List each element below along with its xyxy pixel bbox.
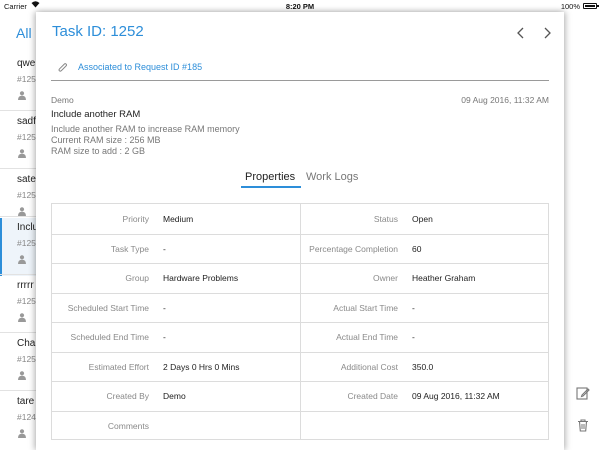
property-value: - — [163, 332, 166, 342]
property-label: Priority — [122, 214, 149, 224]
list-item-id: #125 — [17, 190, 36, 200]
action-rail — [560, 12, 600, 450]
battery-icon — [583, 3, 599, 9]
user-icon — [18, 425, 26, 438]
property-label: Estimated Effort — [88, 361, 149, 372]
user-icon — [18, 367, 26, 380]
property-value: - — [163, 302, 166, 313]
task-author: Demo — [51, 95, 74, 105]
chevron-right-icon[interactable] — [540, 25, 554, 41]
property-value: Heather Graham — [412, 273, 476, 283]
list-item[interactable]: tare #124 — [0, 392, 40, 450]
property-value: 60 — [412, 243, 422, 254]
description-line: Current RAM size : 256 MB — [51, 135, 161, 145]
task-date: 09 Aug 2016, 11:32 AM — [461, 95, 549, 105]
property-label: Created By — [106, 391, 149, 401]
list-item[interactable]: Cha #125 — [0, 334, 40, 392]
property-value: - — [163, 243, 166, 254]
properties-table: Priority Medium Status Open Task Type - Percen… — [51, 203, 549, 440]
list-item-id: #125 — [17, 74, 36, 84]
description-line: RAM size to add : 2 GB — [51, 146, 146, 156]
associated-request-link[interactable]: Associated to Request ID #185 — [78, 62, 202, 72]
list-item-title: sate — [17, 174, 36, 185]
request-title: Include another RAM — [51, 109, 141, 120]
list-header-all[interactable]: All — [16, 25, 32, 41]
property-label: Status — [373, 214, 398, 224]
battery-percentage: 100% — [560, 2, 580, 11]
page-title: Task ID: 1252 — [52, 23, 144, 40]
list-item[interactable]: Inclu #125 — [0, 218, 40, 276]
property-label: Percentage Completion — [309, 243, 398, 254]
user-icon — [18, 145, 26, 158]
description-line: Include another RAM to increase RAM memo… — [51, 124, 240, 134]
list-item-id: #124 — [17, 412, 36, 422]
property-label: Comments — [107, 420, 149, 431]
list-item-title: rrrrr — [17, 280, 34, 291]
task-detail-panel: Task ID: 1252 Associated to Request ID #… — [36, 12, 564, 450]
list-item-title: Inclu — [17, 222, 39, 233]
property-label: Additional Cost — [340, 361, 398, 372]
user-icon — [18, 251, 26, 264]
trash-icon[interactable] — [576, 418, 590, 432]
property-label: Group — [125, 273, 149, 283]
list-item[interactable]: qwe #125 — [0, 54, 40, 112]
property-label: Actual Start Time — [333, 302, 398, 313]
property-value: Open — [412, 214, 433, 224]
paperclip-icon — [57, 61, 69, 73]
list-item-title: tare — [17, 396, 35, 407]
property-value: Medium — [163, 214, 194, 224]
property-value: - — [412, 332, 415, 342]
property-value: 350.0 — [412, 361, 434, 372]
property-label: Scheduled Start Time — [67, 302, 149, 313]
list-item-title: qwe — [17, 58, 36, 69]
property-value: Hardware Problems — [163, 273, 239, 283]
property-value: 2 Days 0 Hrs 0 Mins — [163, 361, 240, 372]
property-value: 09 Aug 2016, 11:32 AM — [412, 391, 500, 401]
user-icon — [18, 87, 26, 100]
property-label: Actual End Time — [336, 332, 398, 342]
property-label: Scheduled End Time — [70, 332, 149, 342]
status-bar: Carrier 8:20 PM 100% — [0, 0, 600, 12]
property-label: Task Type — [110, 243, 149, 254]
tab-properties[interactable]: Properties — [245, 171, 295, 183]
user-icon — [18, 203, 26, 216]
list-item[interactable]: rrrrr #125 — [0, 276, 40, 334]
tab-work-logs[interactable]: Work Logs — [306, 171, 358, 183]
edit-icon[interactable] — [576, 386, 590, 400]
task-list: All qwe #125 sadf #125 sate #125 Inclu #125 rrrr… — [0, 12, 40, 450]
property-label: Created Date — [347, 391, 398, 401]
property-label: Owner — [372, 273, 398, 283]
list-item[interactable]: sadf #125 — [0, 112, 40, 170]
property-value: - — [412, 302, 415, 313]
active-tab-indicator — [241, 186, 301, 188]
list-item-id: #125 — [17, 132, 36, 142]
list-item-title: Cha — [17, 338, 36, 349]
association-row[interactable]: Associated to Request ID #185 — [51, 55, 549, 81]
list-item-id: #125 — [17, 296, 36, 306]
property-value: Demo — [163, 391, 186, 401]
chevron-left-icon[interactable] — [514, 25, 528, 41]
list-item-id: #125 — [17, 354, 36, 364]
user-icon — [18, 309, 26, 322]
list-item-id: #125 — [17, 238, 36, 248]
list-item-title: sadf — [17, 116, 36, 127]
clock: 8:20 PM — [285, 2, 315, 11]
